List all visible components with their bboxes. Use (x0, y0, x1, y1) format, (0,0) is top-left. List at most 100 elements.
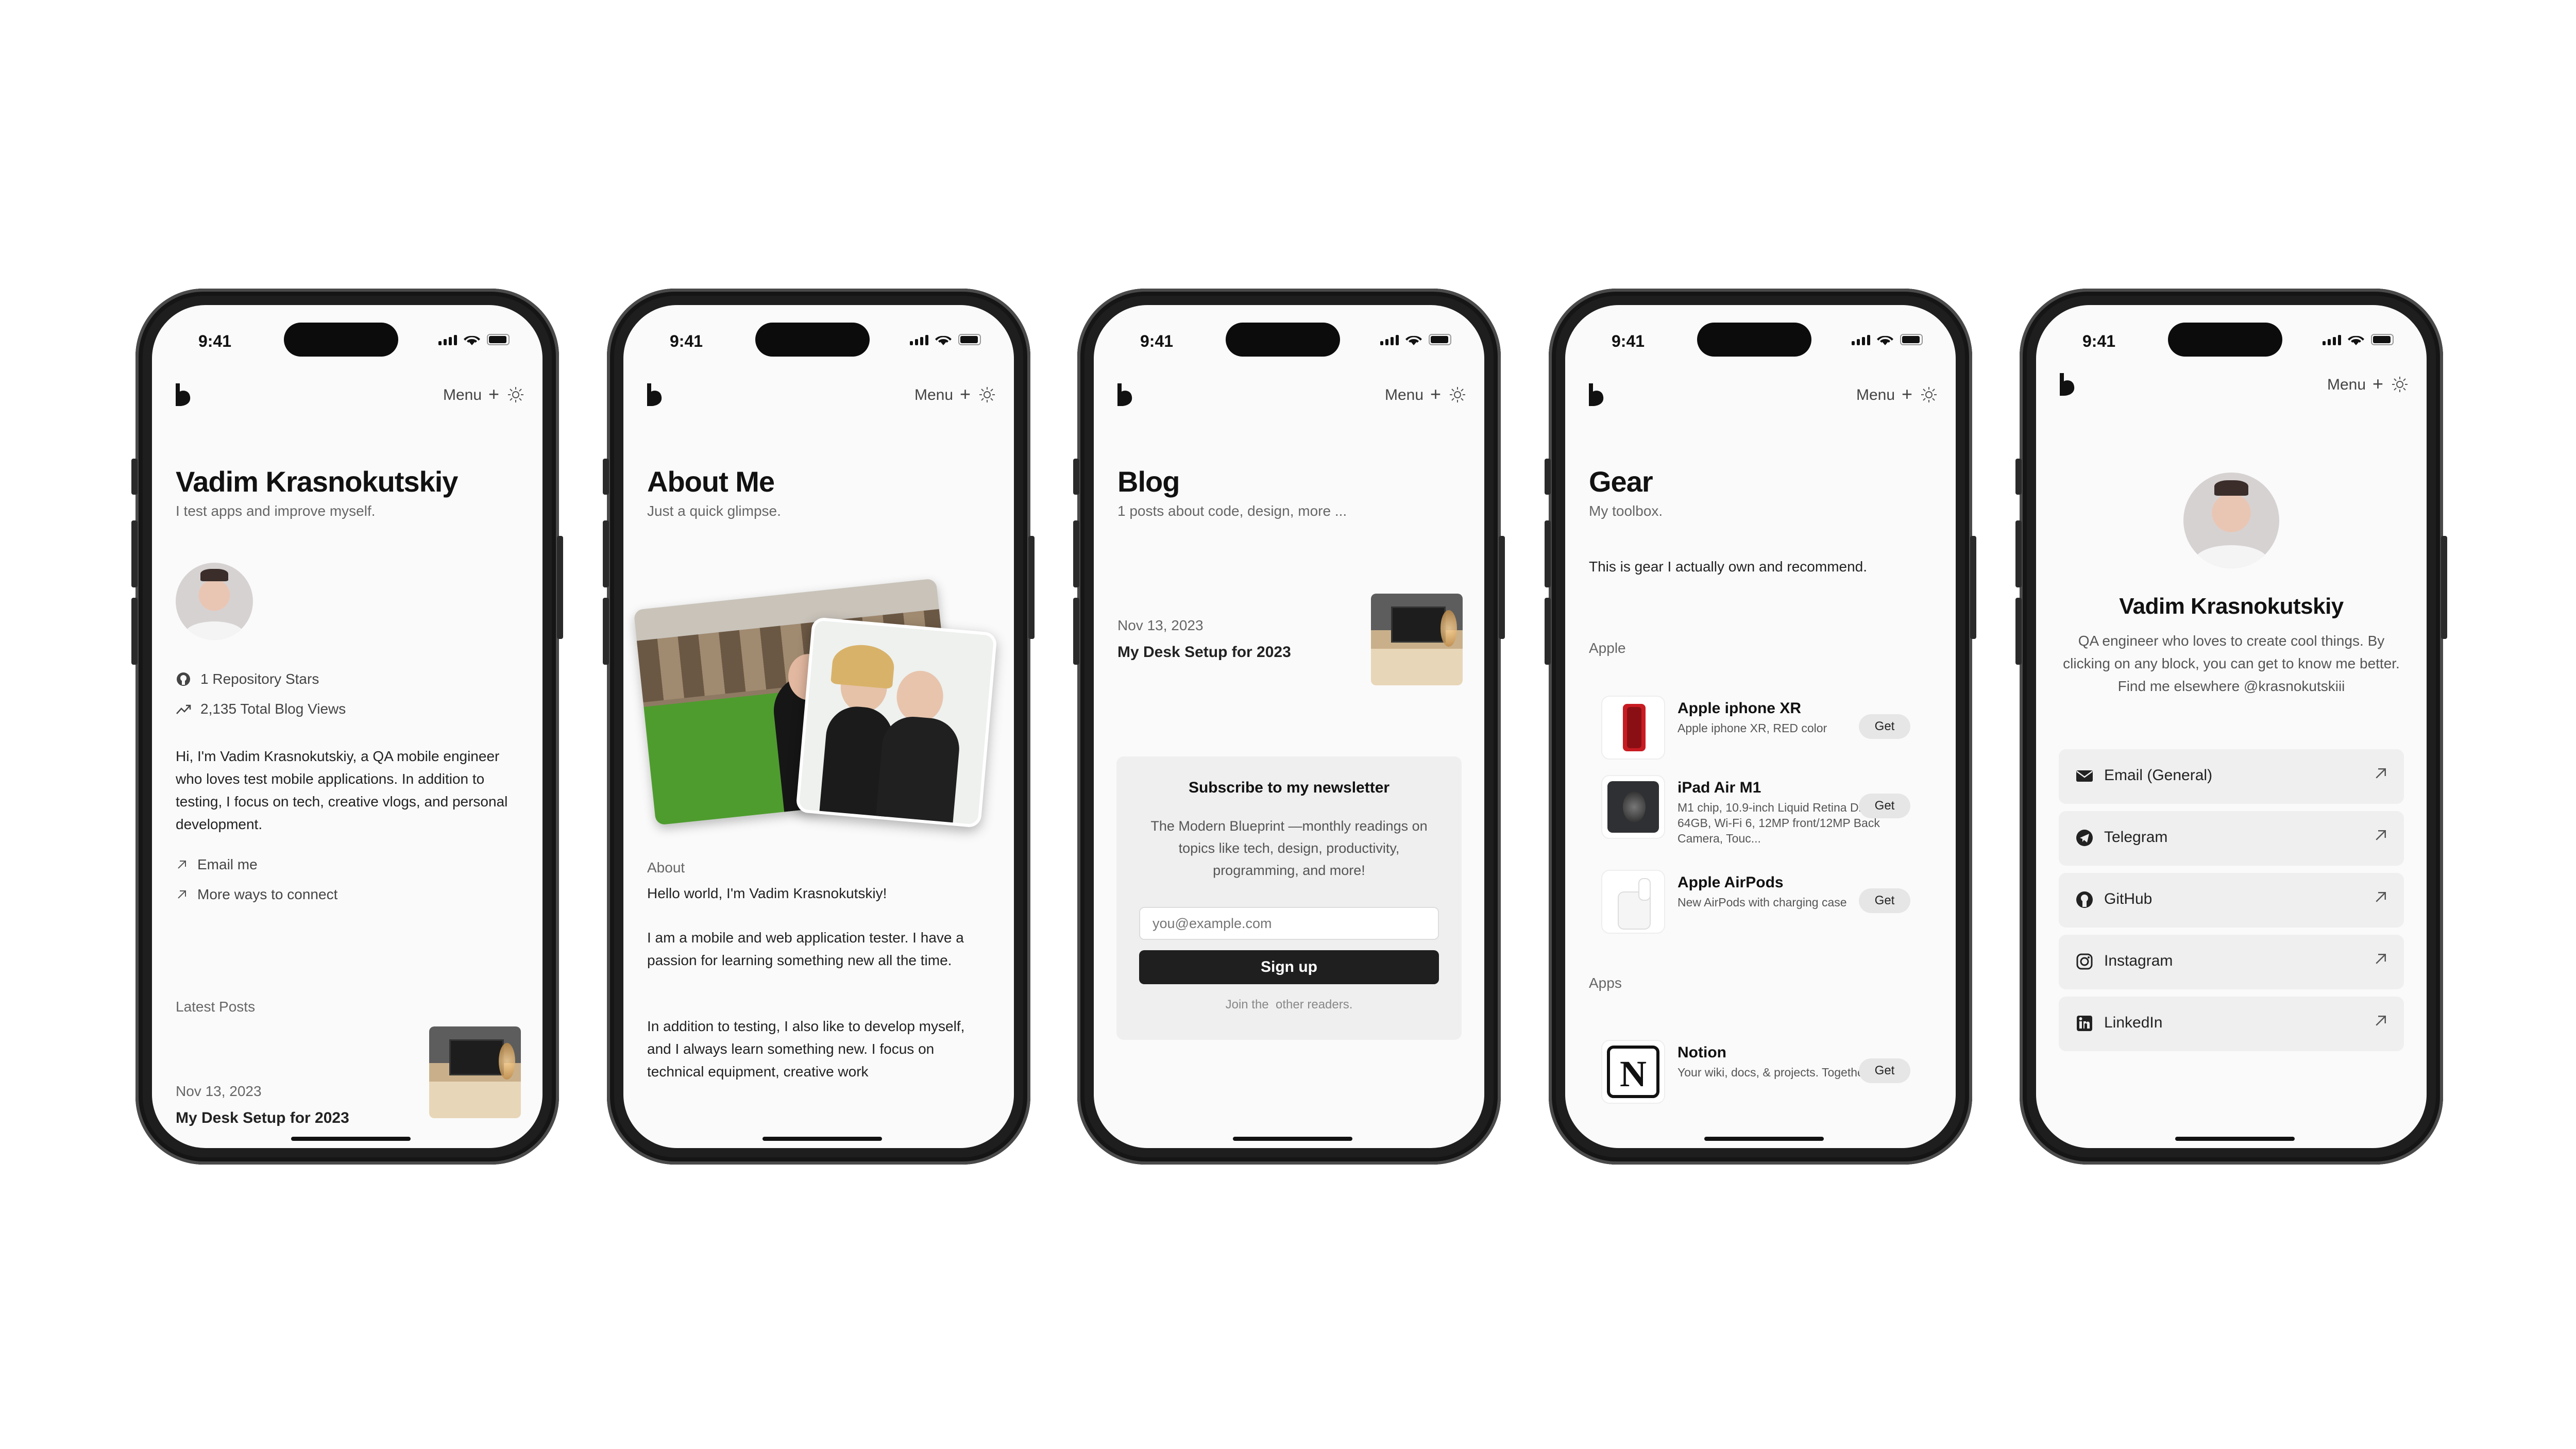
email-input[interactable] (1139, 907, 1439, 940)
gear-item[interactable]: Apple iphone XR Apple iphone XR, RED col… (1601, 696, 1931, 763)
wifi-icon (1405, 335, 1422, 345)
home-indicator (762, 1137, 882, 1141)
top-nav: Menu + (1094, 382, 1484, 408)
post-title[interactable]: My Desk Setup for 2023 (176, 1107, 349, 1130)
svg-text:N: N (1620, 1053, 1647, 1094)
wifi-icon (2348, 335, 2364, 345)
status-bar: 9:41 (2036, 305, 2427, 367)
theme-toggle-icon[interactable] (1921, 386, 1937, 403)
get-button[interactable]: Get (1859, 714, 1910, 739)
gear-title: Notion (1677, 1044, 1726, 1061)
post-thumbnail[interactable] (1371, 594, 1463, 685)
gear-title: Apple AirPods (1677, 874, 1784, 891)
cellular-signal-icon (1852, 334, 1870, 345)
top-nav: Menu + (2036, 372, 2427, 398)
email-label: Email me (197, 856, 258, 872)
link-label: LinkedIn (2104, 1014, 2163, 1031)
plus-icon[interactable]: + (488, 383, 499, 405)
notion-icon: N (1601, 1040, 1665, 1104)
airpods-image (1601, 870, 1665, 934)
signup-button[interactable]: Sign up (1139, 950, 1439, 984)
gear-item[interactable]: Apple AirPods New AirPods with charging … (1601, 870, 1931, 937)
post-date: Nov 13, 2023 (1117, 617, 1204, 633)
link-label: GitHub (2104, 890, 2153, 907)
menu-button[interactable]: Menu (443, 386, 482, 404)
theme-toggle-icon[interactable] (507, 386, 524, 403)
battery-icon (1900, 334, 1923, 345)
home-indicator (1704, 1137, 1824, 1141)
dynamic-island (755, 323, 870, 357)
profile-bio: QA engineer who loves to create cool thi… (2063, 633, 2400, 694)
link-instagram[interactable]: Instagram (2059, 935, 2404, 989)
menu-button[interactable]: Menu (1385, 386, 1423, 404)
phone-contact: 9:41 Menu + Vadim Krasnokutskiy QA engin… (2015, 289, 2447, 1165)
get-button[interactable]: Get (1859, 1058, 1910, 1083)
plus-icon[interactable]: + (1430, 383, 1441, 405)
gear-title: Apple iphone XR (1677, 700, 1801, 717)
blog-views: 2,135 Total Blog Views (176, 701, 346, 717)
newsletter-card: Subscribe to my newsletter The Modern Bl… (1116, 756, 1462, 1040)
email-link[interactable]: Email me (176, 856, 258, 873)
status-time: 9:41 (198, 332, 232, 350)
logo-icon[interactable] (2058, 372, 2077, 397)
logo-icon[interactable] (174, 382, 193, 407)
page-title: Vadim Krasnokutskiy (176, 465, 458, 498)
post-thumbnail[interactable] (429, 1026, 521, 1118)
post-title[interactable]: My Desk Setup for 2023 (1117, 641, 1291, 664)
get-button[interactable]: Get (1859, 794, 1910, 818)
page-subtitle: My toolbox. (1589, 503, 1663, 519)
category-apple: Apple (1589, 640, 1626, 656)
page-subtitle: 1 posts about code, design, more ... (1117, 503, 1347, 519)
telegram-icon (2076, 830, 2093, 846)
phone-home: 9:41 Menu + Vadim Krasnokutskiy I test a… (131, 289, 563, 1165)
get-button[interactable]: Get (1859, 888, 1910, 913)
plus-icon[interactable]: + (960, 383, 971, 405)
link-telegram[interactable]: Telegram (2059, 811, 2404, 866)
status-time: 9:41 (670, 332, 703, 350)
gear-title: iPad Air M1 (1677, 779, 1761, 796)
iphone-image (1601, 696, 1665, 760)
logo-icon[interactable] (645, 382, 665, 407)
wifi-icon (935, 335, 952, 345)
status-bar: 9:41 (623, 305, 1014, 367)
avatar (2183, 473, 2279, 568)
link-email[interactable]: Email (General) (2059, 749, 2404, 804)
arrow-up-right-icon (2376, 954, 2386, 964)
cellular-signal-icon (438, 334, 457, 345)
logo-icon[interactable] (1587, 382, 1606, 407)
plus-icon[interactable]: + (1902, 383, 1912, 405)
link-label: Telegram (2104, 829, 2168, 846)
link-linkedin[interactable]: LinkedIn (2059, 997, 2404, 1051)
menu-button[interactable]: Menu (1856, 386, 1895, 404)
newsletter-title: Subscribe to my newsletter (1188, 779, 1390, 796)
status-bar: 9:41 (152, 305, 543, 367)
readers-count: Join the other readers. (1225, 998, 1353, 1012)
logo-icon[interactable] (1115, 382, 1135, 407)
theme-toggle-icon[interactable] (2392, 376, 2408, 393)
avatar (176, 563, 253, 640)
about-section-label: About (647, 860, 685, 875)
menu-button[interactable]: Menu (2327, 376, 2366, 394)
mail-icon (2076, 770, 2093, 782)
gear-item[interactable]: iPad Air M1 M1 chip, 10.9-inch Liquid Re… (1601, 775, 1931, 847)
phone-gear: 9:41 Menu + Gear My toolbox. This is gea… (1545, 289, 1976, 1165)
gear-item[interactable]: N Notion Your wiki, docs, & projects. To… (1601, 1040, 1931, 1107)
menu-button[interactable]: Menu (914, 386, 953, 404)
category-apps: Apps (1589, 975, 1622, 991)
theme-toggle-icon[interactable] (979, 386, 995, 403)
about-p3: In addition to testing, I also like to d… (647, 1018, 965, 1080)
link-label: Email (General) (2104, 767, 2213, 784)
plus-icon[interactable]: + (2372, 373, 2383, 395)
theme-toggle-icon[interactable] (1449, 386, 1466, 403)
more-label: More ways to connect (197, 886, 338, 902)
about-screen: 9:41 Menu + About Me Just a quick glimps… (623, 305, 1014, 1148)
dynamic-island (1697, 323, 1811, 357)
gear-intro: This is gear I actually own and recommen… (1589, 559, 1868, 575)
battery-icon (958, 334, 981, 345)
top-nav: Menu + (623, 382, 1014, 408)
status-time: 9:41 (1612, 332, 1645, 350)
more-ways-link[interactable]: More ways to connect (176, 886, 337, 903)
link-github[interactable]: GitHub (2059, 873, 2404, 928)
home-indicator (1233, 1137, 1352, 1141)
status-bar: 9:41 (1565, 305, 1956, 367)
